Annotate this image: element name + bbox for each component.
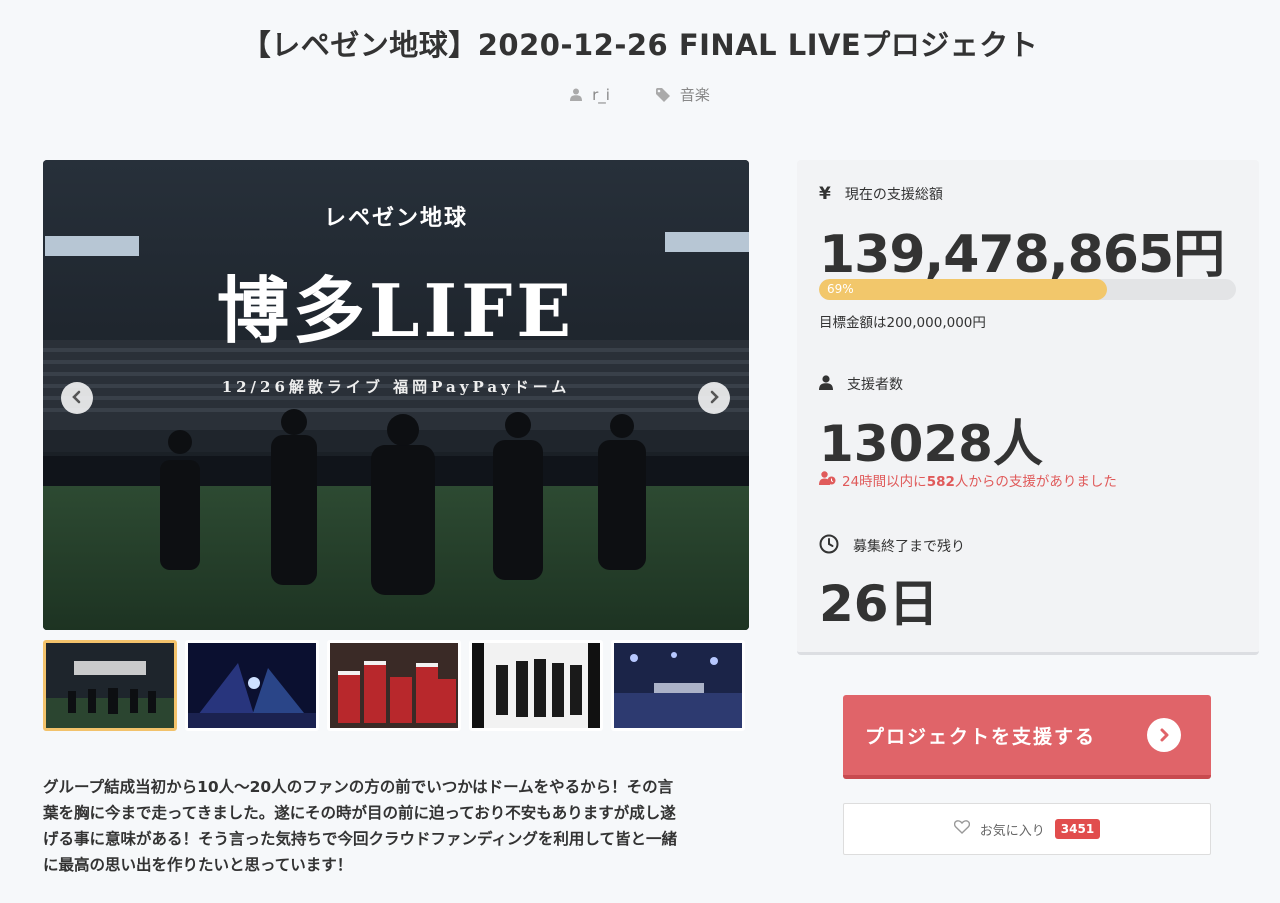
hero-logo-text: レペゼン地球 (323, 205, 468, 231)
description-line: 葉を胸に今まで走ってきました。遂にその時が目の前に迫っており不安もありますが成し… (43, 804, 676, 822)
remaining-label-row: 募集終了まで残り (819, 534, 965, 558)
category-name: 音楽 (679, 86, 710, 104)
favorite-label: お気に入り (979, 823, 1045, 839)
project-description: グループ結成当初から10人～20人のファンの方の前でいつかはドームをやるから！そ… (43, 774, 755, 878)
hero-headline: 博多LIFE (216, 268, 576, 353)
supporters-label-row: 支援者数 (819, 374, 903, 394)
thumbnail-5[interactable] (611, 640, 745, 731)
project-meta: r_i 音楽 (0, 84, 1280, 105)
category-link[interactable]: 音楽 (655, 84, 710, 105)
carousel-next-button[interactable] (698, 382, 730, 414)
recent-count: 582 (926, 474, 955, 490)
support-project-button[interactable]: プロジェクトを支援する (843, 695, 1211, 779)
clock-icon (819, 534, 839, 558)
recent-supporters-notice: 24時間以内に582人からの支援がありました (819, 470, 1117, 490)
progress-fill: 69% (819, 279, 1107, 300)
thumbnail-1[interactable] (43, 640, 177, 731)
favorite-count-badge: 3451 (1054, 819, 1101, 839)
heart-icon (953, 820, 970, 838)
carousel-prev-button[interactable] (61, 382, 93, 414)
thumbnail-3[interactable] (327, 640, 461, 731)
total-amount-value: 139,478,865円 (819, 225, 1225, 285)
thumbnail-2[interactable] (185, 640, 319, 731)
tag-icon (655, 87, 670, 102)
hero-subtitle: 12/26解散ライブ 福岡PayPayドーム (221, 378, 571, 396)
chevron-right-icon (707, 389, 721, 408)
chevron-left-icon (70, 389, 84, 408)
yen-icon: ¥ (819, 184, 831, 204)
funding-progress-bar: 69% (819, 279, 1236, 300)
goal-amount: 目標金額は200,000,000円 (819, 315, 986, 331)
author-name: r_i (592, 85, 610, 104)
supporters-label: 支援者数 (847, 377, 903, 393)
user-icon (819, 374, 833, 394)
funding-stats-panel: ¥ 現在の支援総額 139,478,865円 69% 目標金額は200,000,… (797, 160, 1259, 655)
hero-image[interactable]: レペゼン地球 博多LIFE 12/26解散ライブ 福岡PayPayドーム (43, 160, 749, 630)
recent-prefix: 24時間以内に (842, 474, 927, 490)
thumbnail-strip (43, 640, 749, 731)
author-link[interactable]: r_i (570, 84, 610, 105)
user-icon (570, 88, 583, 101)
chevron-right-circle-icon (1147, 718, 1181, 752)
total-amount-label: 現在の支援総額 (844, 187, 943, 203)
remaining-days: 26日 (819, 575, 939, 633)
total-amount-label-row: ¥ 現在の支援総額 (819, 184, 943, 204)
description-line: げる事に意味がある！そう言った気持ちで今回クラウドファンディングを利用して皆と一… (43, 830, 677, 848)
recent-suffix: 人からの支援がありました (954, 474, 1117, 490)
favorite-button[interactable]: お気に入り 3451 (843, 803, 1211, 855)
remaining-label: 募集終了まで残り (853, 539, 965, 555)
description-line: グループ結成当初から10人～20人のファンの方の前でいつかはドームをやるから！そ… (43, 778, 674, 796)
thumbnail-4[interactable] (469, 640, 603, 731)
user-clock-icon (819, 471, 836, 489)
supporters-count: 13028人 (819, 415, 1043, 473)
support-button-label: プロジェクトを支援する (865, 725, 1097, 748)
description-line: に最高の思い出を作りたいと思っています！ (43, 856, 353, 874)
project-title: 【レペゼン地球】2020-12-26 FINAL LIVEプロジェクト (241, 28, 1039, 62)
